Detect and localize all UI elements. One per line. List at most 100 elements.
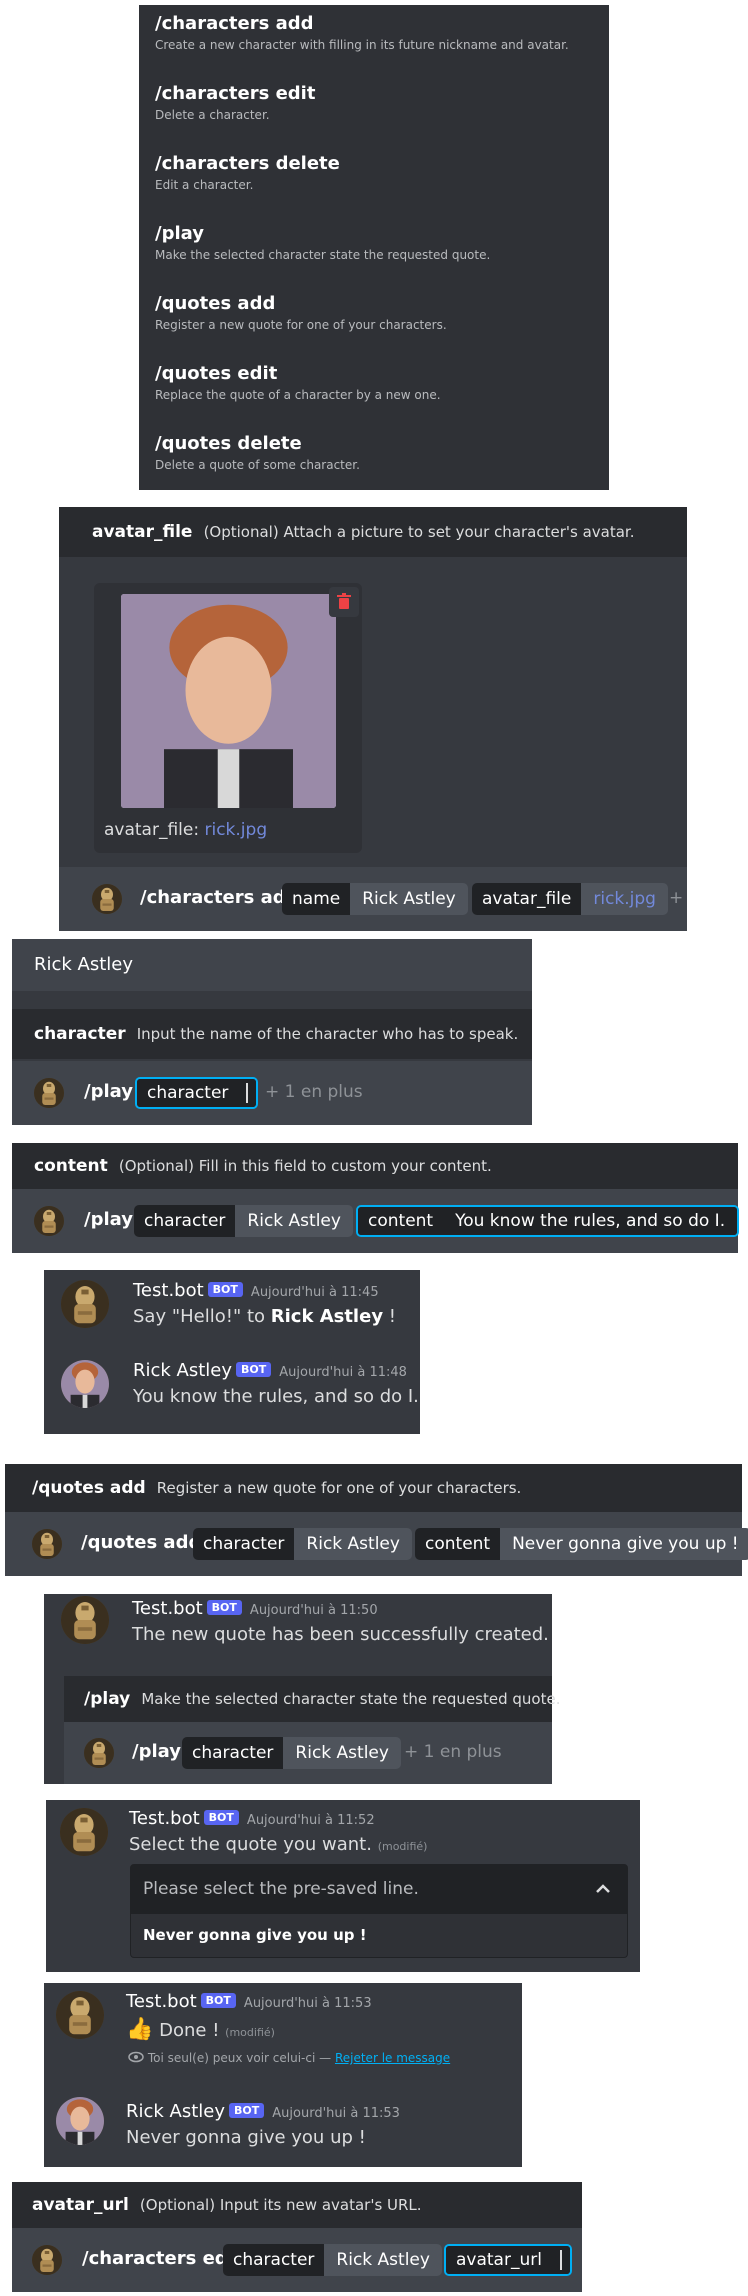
- message-text: Say "Hello!" to Rick Astley !: [133, 1306, 396, 1327]
- option-header: character Input the name of the characte…: [12, 1009, 532, 1059]
- text-part: Select the quote you want.: [129, 1834, 372, 1855]
- timestamp: Aujourd'hui à 11:48: [279, 1365, 407, 1380]
- message-text: Select the quote you want. (modifié): [129, 1834, 427, 1855]
- chip-key: character: [193, 1528, 295, 1560]
- command-name: /play: [132, 1741, 181, 1762]
- edited-label: (modifié): [225, 2026, 275, 2039]
- option-name: avatar_file: [92, 522, 193, 542]
- chip-character[interactable]: character Rick Astley: [134, 1205, 353, 1237]
- message-header: Test.bot BOT Aujourd'hui à 11:50: [132, 1598, 378, 1619]
- option-header: avatar_file (Optional) Attach a picture …: [59, 507, 687, 557]
- bot-badge: BOT: [206, 1600, 242, 1615]
- author-name[interactable]: Test.bot: [132, 1598, 203, 1619]
- chip-key: character: [223, 2244, 325, 2276]
- message-header: Rick Astley BOT Aujourd'hui à 11:53: [126, 2101, 400, 2122]
- option-desc: Register a new quote for one of your cha…: [156, 1479, 522, 1497]
- chip-name[interactable]: name Rick Astley: [282, 883, 468, 915]
- chip-key: name: [282, 883, 351, 915]
- dismiss-link[interactable]: Rejeter le message: [335, 2051, 450, 2065]
- rick-avatar: [56, 2097, 104, 2145]
- bot-badge: BOT: [203, 1810, 239, 1825]
- message-text: 👍 Done ! (modifié): [126, 2017, 275, 2042]
- option-desc: Input the name of the character who has …: [136, 1025, 519, 1043]
- command-input-bar[interactable]: /characters add name Rick Astley avatar_…: [59, 867, 687, 931]
- chip-key: character: [137, 1079, 239, 1107]
- more-options[interactable]: +: [669, 888, 683, 908]
- option-name: character: [34, 1024, 126, 1044]
- command-item[interactable]: /quotes delete Delete a quote of some ch…: [155, 433, 360, 472]
- bot-avatar: [32, 2245, 62, 2275]
- option-desc: (Optional) Input its new avatar's URL.: [139, 2196, 422, 2214]
- command-item[interactable]: /characters delete Edit a character.: [155, 153, 340, 192]
- command-desc: Register a new quote for one of your cha…: [155, 318, 447, 332]
- select-option[interactable]: Never gonna give you up !: [130, 1914, 628, 1958]
- chip-character[interactable]: character Rick Astley: [182, 1737, 401, 1769]
- chip-avatar-url[interactable]: avatar_url: [444, 2244, 572, 2276]
- author-name[interactable]: Rick Astley: [133, 1360, 232, 1381]
- bot-badge: BOT: [236, 1362, 272, 1377]
- bot-avatar: [92, 884, 122, 914]
- command-input-bar[interactable]: /play character Rick Astley content You …: [12, 1189, 740, 1253]
- message-header: Test.bot BOT Aujourd'hui à 11:52: [129, 1808, 375, 1829]
- chip-character[interactable]: character Rick Astley: [223, 2244, 442, 2276]
- author-name[interactable]: Rick Astley: [126, 2101, 225, 2122]
- bot-avatar: [61, 1280, 109, 1328]
- chip-value: Rick Astley: [283, 1737, 401, 1769]
- more-options[interactable]: + 1 en plus: [265, 1082, 363, 1102]
- author-name[interactable]: Test.bot: [126, 1991, 197, 2012]
- delete-attachment-button[interactable]: [329, 587, 359, 617]
- autocomplete-suggestion[interactable]: Rick Astley: [12, 939, 532, 991]
- author-name[interactable]: Test.bot: [133, 1280, 204, 1301]
- chat-panel-1: Test.bot BOT Aujourd'hui à 11:45 Say "Hell…: [44, 1270, 420, 1434]
- command-input-bar[interactable]: /play character + 1 en plus: [12, 1061, 532, 1125]
- text-cursor: [238, 1079, 257, 1107]
- attachment-card: avatar_file: rick.jpg: [94, 583, 362, 853]
- command-item[interactable]: /characters add Create a new character w…: [155, 13, 569, 52]
- command-item[interactable]: /play Make the selected character state …: [155, 223, 490, 262]
- command-input-bar[interactable]: /play character Rick Astley + 1 en plus: [64, 1722, 552, 1784]
- chevron-up-icon: [596, 1884, 610, 1893]
- command-item[interactable]: /quotes add Register a new quote for one…: [155, 293, 447, 332]
- bot-avatar: [84, 1738, 114, 1768]
- more-options[interactable]: + 1 en plus: [404, 1742, 502, 1762]
- option-desc: (Optional) Attach a picture to set your …: [203, 523, 635, 541]
- command-name: /characters add: [155, 13, 314, 34]
- command-name: /quotes add: [155, 293, 276, 314]
- chip-content[interactable]: content Never gonna give you up !: [415, 1528, 748, 1560]
- play-content-panel: content (Optional) Fill in this field to…: [12, 1143, 740, 1253]
- command-item[interactable]: /characters edit Delete a character.: [155, 83, 315, 122]
- option-header: /play Make the selected character state …: [64, 1676, 560, 1722]
- command-input-bar[interactable]: /characters edit character Rick Astley a…: [12, 2228, 582, 2292]
- quotes-add-panel: /quotes add Register a new quote for one…: [5, 1464, 748, 1576]
- text-part: !: [383, 1306, 396, 1327]
- edited-label: (modifié): [377, 1840, 428, 1853]
- chip-content[interactable]: content You know the rules, and so do I.: [356, 1205, 740, 1237]
- ephemeral-notice: Toi seul(e) peux voir celui-ci — Rejeter…: [128, 2051, 450, 2065]
- command-name: /characters add: [140, 887, 299, 908]
- chat-panel-2: Test.bot BOT Aujourd'hui à 11:50 The new q…: [44, 1594, 560, 1784]
- chip-value: Never gonna give you up !: [500, 1528, 748, 1560]
- chip-character[interactable]: character Rick Astley: [193, 1528, 412, 1560]
- message-text: Never gonna give you up !: [126, 2127, 366, 2148]
- file-caption: avatar_file: rick.jpg: [104, 820, 267, 840]
- command-input-bar[interactable]: /quotes add character Rick Astley conten…: [5, 1512, 748, 1576]
- option-desc: Make the selected character state the re…: [141, 1690, 561, 1708]
- option-name: content: [34, 1156, 108, 1176]
- characters-edit-panel: avatar_url (Optional) Input its new avat…: [12, 2182, 582, 2292]
- command-name: /quotes add: [81, 1532, 202, 1553]
- ephemeral-text: Toi seul(e) peux voir celui-ci —: [147, 2051, 332, 2065]
- play-panel: Rick Astley character Input the name of …: [12, 939, 532, 1125]
- file-name-link[interactable]: rick.jpg: [205, 820, 268, 840]
- rick-avatar: [61, 1360, 109, 1408]
- select-menu[interactable]: Please select the pre-saved line.: [130, 1864, 628, 1914]
- suggestion-text: Rick Astley: [34, 954, 134, 975]
- command-item[interactable]: /quotes edit Replace the quote of a char…: [155, 363, 441, 402]
- command-desc: Create a new character with filling in i…: [155, 38, 569, 52]
- chip-avatar-file[interactable]: avatar_file rick.jpg: [472, 883, 668, 915]
- chip-value: Rick Astley: [235, 1205, 353, 1237]
- chip-character[interactable]: character: [135, 1077, 259, 1109]
- select-placeholder: Please select the pre-saved line.: [143, 1879, 419, 1899]
- command-desc: Edit a character.: [155, 178, 254, 192]
- author-name[interactable]: Test.bot: [129, 1808, 200, 1829]
- message-text: You know the rules, and so do I.: [133, 1386, 419, 1407]
